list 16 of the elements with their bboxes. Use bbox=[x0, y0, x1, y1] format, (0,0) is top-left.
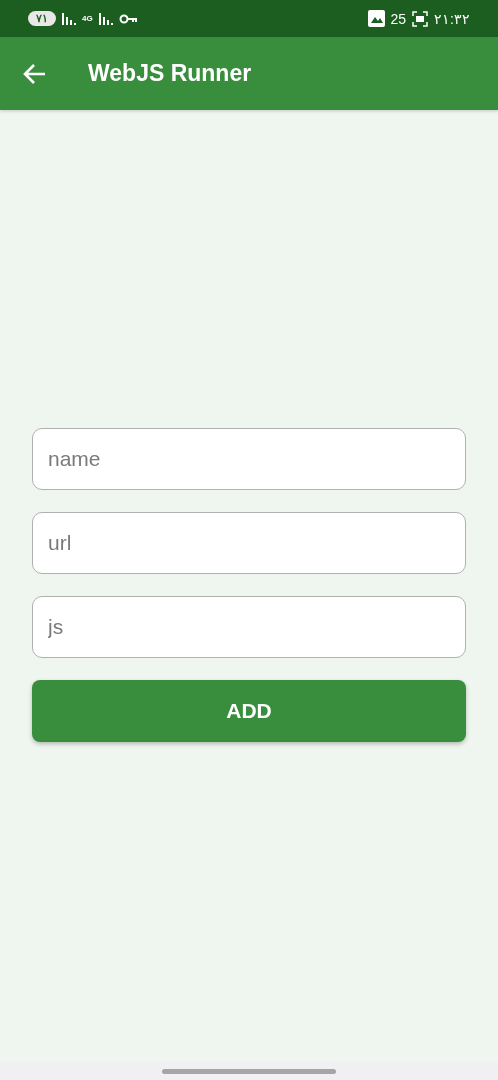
home-indicator[interactable] bbox=[162, 1068, 336, 1074]
notification-count: 25 bbox=[390, 10, 407, 27]
battery-indicator: ٧١ bbox=[28, 11, 56, 26]
app-notification-icon bbox=[367, 10, 385, 27]
network-type: 4G bbox=[82, 14, 93, 23]
screenshot-icon bbox=[412, 10, 429, 27]
key-icon bbox=[118, 13, 137, 24]
app-bar-title: WebJS Runner bbox=[88, 60, 252, 87]
text-field[interactable]: js bbox=[32, 596, 466, 658]
signal-icon bbox=[98, 12, 113, 25]
clock: ٢١:٣٢ bbox=[434, 10, 470, 27]
text-field[interactable]: name bbox=[32, 428, 466, 490]
signal-icon bbox=[62, 12, 76, 25]
add-button[interactable]: ADD bbox=[32, 680, 466, 742]
back-arrow-icon[interactable] bbox=[22, 62, 46, 85]
text-field[interactable]: url bbox=[32, 512, 466, 574]
